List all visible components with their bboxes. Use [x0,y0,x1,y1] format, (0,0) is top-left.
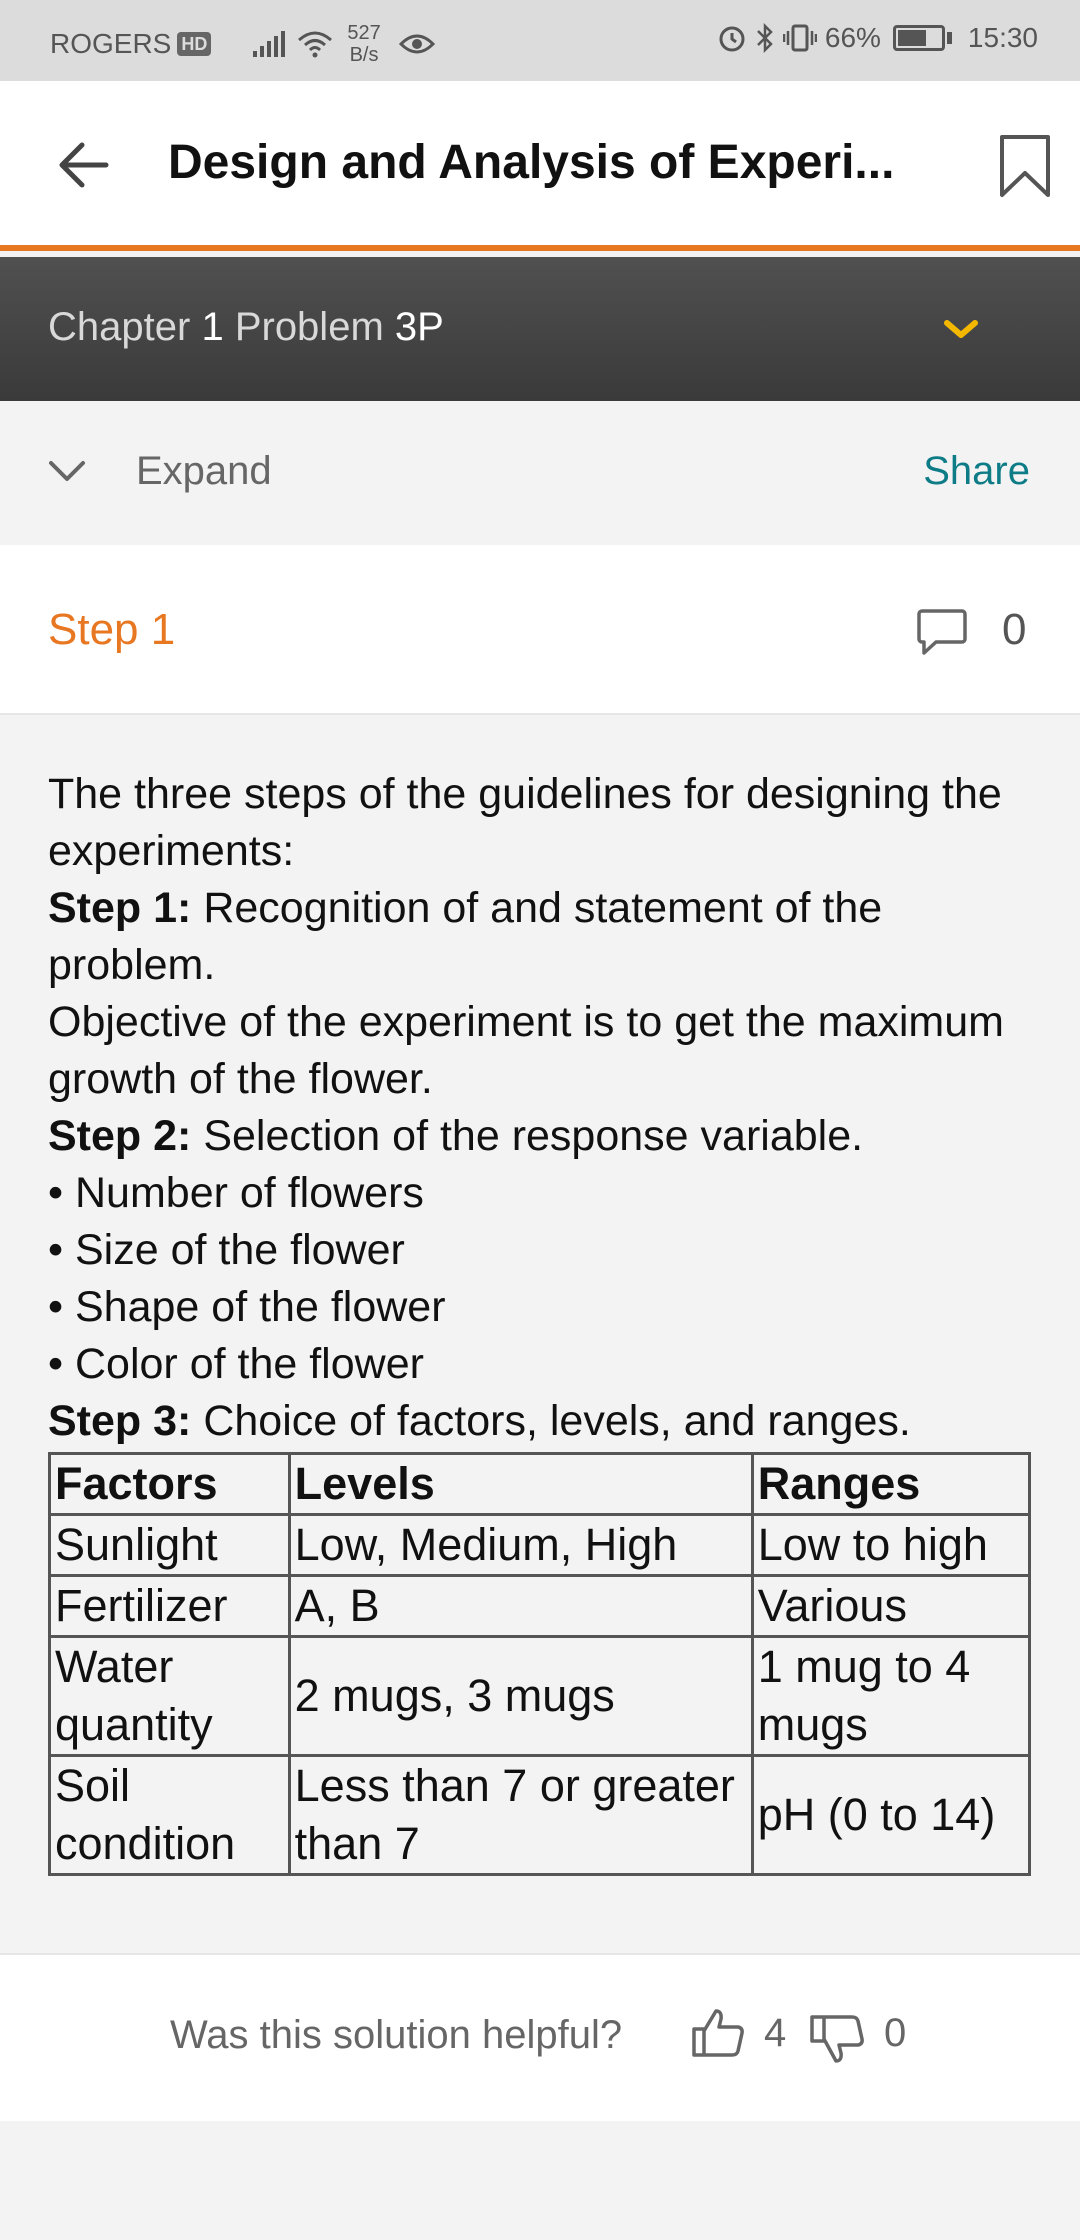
factors-table: Factors Levels Ranges Sunlight Low, Medi… [48,1452,1032,1876]
thumbs-up-icon[interactable] [690,2007,746,2059]
step2-label: Step 2: [48,1112,192,1160]
clock: 15:30 [967,22,1038,53]
share-link[interactable]: Share [923,449,1030,494]
table-cell: 2 mugs, 3 mugs [287,1635,754,1757]
step1-line: Step 1: Recognition of and statement of … [48,880,1038,994]
page-title: Design and Analysis of Experi... [168,136,895,189]
alarm-icon [719,26,745,52]
table-row: Soil condition Less than 7 or greater th… [48,1754,1032,1876]
expand-row: Expand Share [0,401,1080,545]
bullet-item: • Color of the flower [48,1340,424,1388]
vibrate-icon [782,24,817,52]
table-cell: Low, Medium, High [287,1513,754,1577]
table-cell: Soil condition [48,1754,291,1876]
network-speed: 527 B/s [347,22,380,66]
table-header-row: Factors Levels Ranges [48,1452,1032,1516]
bullet-item: • Size of the flower [48,1226,405,1274]
step2-text: Selection of the response variable. [191,1112,864,1160]
wifi-icon [298,31,333,58]
carrier-name: ROGERS [50,28,172,59]
chapter-number: 1 [201,305,224,349]
bluetooth-icon [756,23,773,53]
chapter-selector[interactable]: Chapter 1 Problem 3P [0,257,1080,401]
table-cell: Sunlight [48,1513,291,1577]
table-row: Sunlight Low, Medium, High Low to high [48,1513,1032,1577]
battery-percent: 66% [824,22,881,53]
chapter-label: Chapter [48,305,191,349]
helpful-question: Was this solution helpful? [170,2013,623,2057]
table-cell: Various [750,1574,1032,1638]
table-cell: Fertilizer [48,1574,291,1638]
table-row: Water quantity 2 mugs, 3 mugs 1 mug to 4… [48,1635,1032,1757]
table-header-cell: Factors [48,1452,291,1516]
thumbs-up-count: 4 [764,2011,787,2055]
table-header-cell: Ranges [750,1452,1032,1516]
step3-line: Step 3: Choice of factors, levels, and r… [48,1393,1038,1450]
solution-content: The three steps of the guidelines for de… [48,766,1038,1876]
table-row: Fertilizer A, B Various [48,1574,1032,1638]
speed-unit: B/s [349,44,379,66]
eye-icon [398,34,435,54]
step3-label: Step 3: [48,1397,192,1445]
helpful-feedback: Was this solution helpful? 4 0 [0,1953,1080,2121]
step1-label: Step 1: [48,884,192,932]
table-cell: Less than 7 or greater than 7 [287,1754,754,1876]
table-cell: A, B [287,1574,754,1638]
comment-icon[interactable] [916,607,968,657]
bullet-item: • Shape of the flower [48,1283,446,1331]
step-header: Step 1 0 [0,545,1080,715]
battery-icon [892,25,945,51]
table-cell: Water quantity [48,1635,291,1757]
status-bar: ROGERS HD 527 B/s 66% 15:30 [0,0,1080,81]
problem-number: 3P [394,305,444,349]
expand-chevron-icon[interactable] [48,459,86,485]
hd-badge: HD [177,32,212,56]
table-cell: 1 mug to 4 mugs [750,1635,1032,1757]
objective-text: Objective of the experiment is to get th… [48,998,1004,1103]
chevron-down-icon[interactable] [944,319,978,341]
comment-count: 0 [1002,605,1027,654]
thumbs-down-icon[interactable] [808,2013,866,2065]
problem-label: Problem [234,305,384,349]
step-title: Step 1 [48,605,176,654]
thumbs-down-count: 0 [884,2011,907,2055]
expand-button[interactable]: Expand [136,449,272,494]
chapter-problem-label: Chapter 1 Problem 3P [48,305,444,350]
intro-text: The three steps of the guidelines for de… [48,770,1002,875]
back-arrow-icon[interactable] [56,137,112,193]
step3-text: Choice of factors, levels, and ranges. [191,1397,911,1445]
bullet-item: • Number of flowers [48,1169,424,1217]
signal-icon [253,31,286,57]
bookmark-icon[interactable] [998,133,1052,199]
step2-line: Step 2: Selection of the response variab… [48,1108,1038,1165]
table-cell: Low to high [750,1513,1032,1577]
speed-value: 527 [347,22,381,44]
table-header-cell: Levels [287,1452,754,1516]
app-header: Design and Analysis of Experi... [0,81,1080,251]
table-cell: pH (0 to 14) [750,1754,1032,1876]
